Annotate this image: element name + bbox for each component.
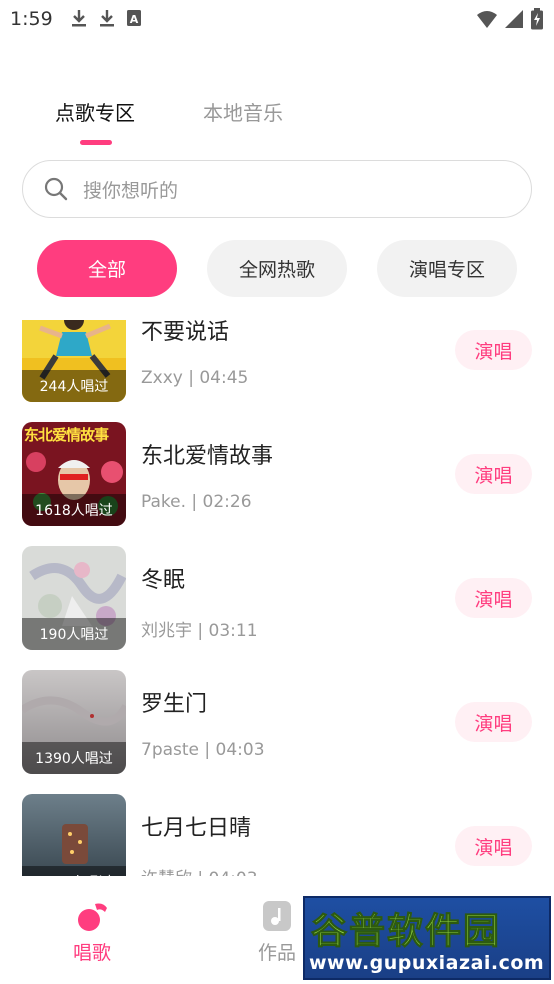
song-title: 东北爱情故事 xyxy=(141,444,274,469)
list-item[interactable]: 190人唱过 冬眠 刘兆宇 | 03:11 演唱 xyxy=(0,546,554,650)
song-title: 不要说话 xyxy=(141,320,230,345)
status-bar: 1:59 A xyxy=(0,0,554,38)
sing-count: 1390人唱过 xyxy=(22,742,126,774)
cover-art-image xyxy=(22,794,126,876)
song-meta: 许慧欣 | 04:03 xyxy=(141,864,258,876)
text-a-icon: A xyxy=(126,9,142,27)
song-cover: 东北爱情故事 1618人唱过 xyxy=(22,422,126,526)
cover-title-text: 东北爱情故事 xyxy=(24,426,109,444)
song-title: 七月七日晴 xyxy=(141,816,252,841)
chip-hot-songs[interactable]: 全网热歌 xyxy=(207,240,347,297)
watermark-url: www.gupuxiazai.com xyxy=(309,952,545,974)
battery-icon xyxy=(530,8,544,30)
sing-button[interactable]: 演唱 xyxy=(455,702,532,742)
song-title: 冬眠 xyxy=(141,568,186,593)
song-meta: 刘兆宇 | 03:11 xyxy=(141,621,258,641)
song-cover: 244人唱过 xyxy=(22,320,126,402)
tab-local-music[interactable]: 本地音乐 xyxy=(203,97,283,126)
list-item[interactable]: 东北爱情故事 1618人唱过 东北爱情故事 Pake. | 02:26 演唱 xyxy=(0,422,554,526)
song-cover: 190人唱过 xyxy=(22,546,126,650)
song-meta: 7paste | 04:03 xyxy=(141,740,265,760)
search-placeholder: 搜你想听的 xyxy=(83,179,179,202)
song-cover: 1044人唱过 xyxy=(22,794,126,876)
sing-count: 1618人唱过 xyxy=(22,494,126,526)
search-icon xyxy=(43,176,69,202)
sing-count: 190人唱过 xyxy=(22,618,126,650)
active-tab-indicator xyxy=(80,140,112,145)
sing-button[interactable]: 演唱 xyxy=(455,330,532,370)
nav-sing-label: 唱歌 xyxy=(72,942,111,964)
nav-sing[interactable]: 唱歌 xyxy=(57,900,127,965)
chip-all[interactable]: 全部 xyxy=(37,240,177,297)
song-list[interactable]: 244人唱过 不要说话 Zxxy | 04:45 演唱 东北爱情故事 1618人… xyxy=(0,320,554,876)
wifi-icon xyxy=(476,9,498,29)
sing-button[interactable]: 演唱 xyxy=(455,454,532,494)
sing-button[interactable]: 演唱 xyxy=(455,578,532,618)
download-icon xyxy=(98,8,116,28)
song-title: 罗生门 xyxy=(141,692,208,717)
top-tabs: 点歌专区 本地音乐 xyxy=(0,90,554,150)
nav-works-label: 作品 xyxy=(257,942,296,964)
download-icon xyxy=(70,8,88,28)
list-item[interactable]: 1044人唱过 七月七日晴 许慧欣 | 04:03 演唱 xyxy=(0,794,554,876)
status-time: 1:59 xyxy=(10,8,53,30)
signal-icon xyxy=(504,9,524,29)
list-item[interactable]: 244人唱过 不要说话 Zxxy | 04:45 演唱 xyxy=(0,320,554,402)
sing-button[interactable]: 演唱 xyxy=(455,826,532,866)
song-cover: 1390人唱过 xyxy=(22,670,126,774)
watermark-title: 谷普软件园 xyxy=(310,911,502,953)
tab-song-request[interactable]: 点歌专区 xyxy=(55,97,135,126)
song-meta: Pake. | 02:26 xyxy=(141,492,252,512)
watermark: 谷普软件园 www.gupuxiazai.com xyxy=(303,896,551,980)
search-input[interactable]: 搜你想听的 xyxy=(22,160,532,218)
song-meta: Zxxy | 04:45 xyxy=(141,368,249,388)
music-note-icon xyxy=(75,900,109,936)
nav-works[interactable]: 作品 xyxy=(242,900,312,965)
sing-count: 1044人唱过 xyxy=(22,866,126,876)
category-chips: 全部 全网热歌 演唱专区 xyxy=(37,240,517,297)
sing-count: 244人唱过 xyxy=(22,370,126,402)
list-item[interactable]: 1390人唱过 罗生门 7paste | 04:03 演唱 xyxy=(0,670,554,774)
svg-text:A: A xyxy=(130,13,139,26)
chip-singing-zone[interactable]: 演唱专区 xyxy=(377,240,517,297)
music-file-icon xyxy=(262,900,292,936)
